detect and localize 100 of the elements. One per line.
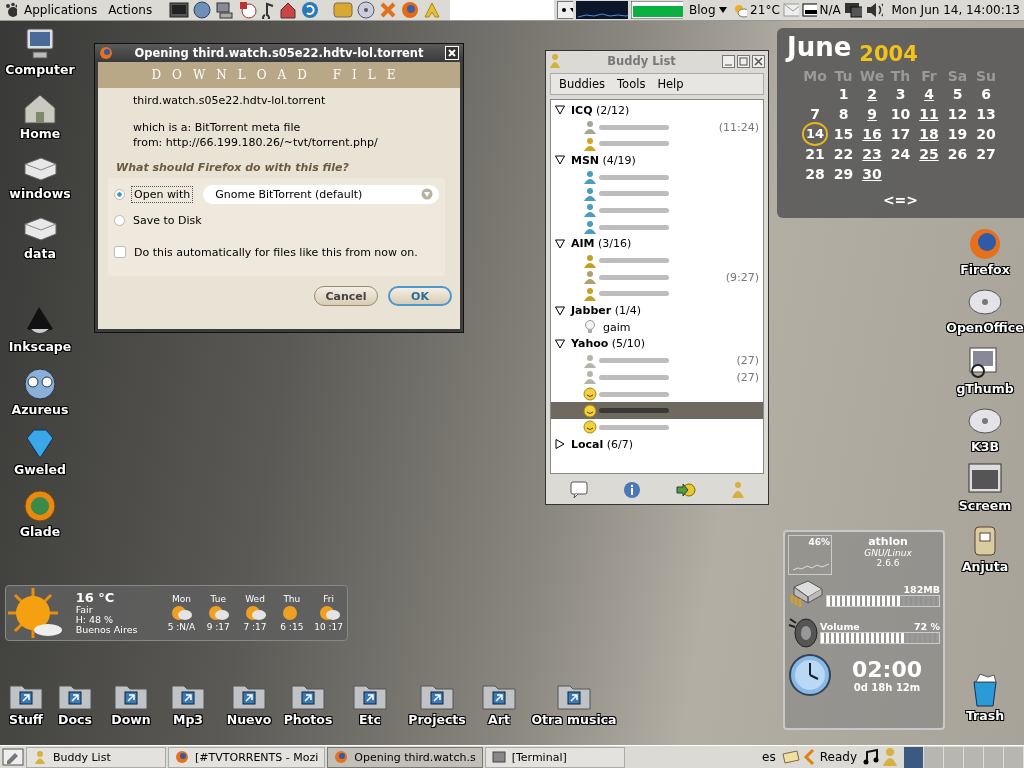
workspace-cell[interactable] xyxy=(1004,746,1024,768)
group-name[interactable]: Yahoo (5/10) xyxy=(571,337,646,351)
icon-label[interactable]: data xyxy=(24,246,56,261)
menu-item[interactable]: Tools xyxy=(617,77,646,91)
calendar-day[interactable]: 22 xyxy=(829,145,858,164)
show-desktop-icon[interactable] xyxy=(2,748,24,766)
workspace-cell[interactable] xyxy=(984,746,1004,768)
app-dropdown[interactable]: Gnome BitTorrent (default) xyxy=(203,184,439,204)
workspace-cell[interactable] xyxy=(964,746,984,768)
icon-label[interactable]: Stuff xyxy=(9,712,43,727)
calendar-day[interactable]: 20 xyxy=(971,125,1001,144)
group-name[interactable]: ICQ (2/12) xyxy=(571,103,630,117)
group-name[interactable]: Jabber (1/4) xyxy=(571,304,641,318)
calendar-day[interactable]: 11 xyxy=(914,105,944,124)
radio-button[interactable] xyxy=(114,214,125,226)
calendar-day[interactable]: 13 xyxy=(971,105,1001,124)
menu-item[interactable]: Buddies xyxy=(559,77,606,91)
disc-icon[interactable] xyxy=(357,1,376,19)
calendar-day[interactable]: 25 xyxy=(914,145,944,164)
calendar-day[interactable]: 28 xyxy=(800,165,830,184)
calendar-day[interactable]: 16 xyxy=(857,125,887,144)
icon-label[interactable]: Computer xyxy=(5,62,75,77)
calendar-day[interactable]: 15 xyxy=(829,125,858,144)
buddy-row[interactable]: (27) xyxy=(551,352,763,369)
clock-label[interactable]: Mon Jun 14, 14:00:13 xyxy=(891,3,1020,17)
workspace-cell[interactable] xyxy=(924,746,944,768)
ok-button[interactable]: OK xyxy=(388,286,452,306)
calendar-day[interactable]: 18 xyxy=(914,125,944,144)
calendar-day[interactable]: 12 xyxy=(943,105,972,124)
icon-label[interactable]: Home xyxy=(19,126,61,141)
minimize-button[interactable] xyxy=(722,54,735,68)
calendar-day[interactable]: 24 xyxy=(886,145,915,164)
calendar-day[interactable]: 30 xyxy=(857,165,887,184)
collapsed-triangle-icon[interactable] xyxy=(555,439,565,450)
expanded-triangle-icon[interactable] xyxy=(555,305,565,316)
icon-label[interactable]: Projects xyxy=(408,712,466,727)
icon-label[interactable]: Gweled xyxy=(14,462,66,477)
calendar-day[interactable]: 10 xyxy=(886,105,915,124)
cancel-button[interactable]: Cancel xyxy=(314,286,378,306)
foot-icon[interactable] xyxy=(4,2,17,18)
expanded-triangle-icon[interactable] xyxy=(555,238,565,249)
icon-label[interactable]: Otra musica xyxy=(531,712,617,727)
calendar-day[interactable]: 2 xyxy=(857,85,887,104)
icon-label[interactable]: Glade xyxy=(19,524,61,539)
task-button[interactable]: [#TVTORRENTS - Mozi xyxy=(168,746,326,768)
panel-menu[interactable]: Applications xyxy=(20,3,102,17)
calendar-day[interactable]: 23 xyxy=(857,145,887,164)
icon-label[interactable]: Down xyxy=(111,712,151,727)
calendar-day[interactable]: 6 xyxy=(971,85,1001,104)
buddy-row[interactable] xyxy=(551,402,763,420)
workspace-cell[interactable] xyxy=(944,746,964,768)
buddy-row[interactable]: gaim xyxy=(551,318,763,336)
calendar-day[interactable]: 4 xyxy=(914,85,944,104)
option-label[interactable]: Open with xyxy=(131,185,194,203)
refresh-icon[interactable] xyxy=(301,1,320,19)
group-name[interactable]: MSN (4/19) xyxy=(571,153,636,167)
calendar-day[interactable]: 9 xyxy=(857,105,887,124)
info-icon[interactable] xyxy=(622,481,641,499)
radio-button[interactable] xyxy=(114,188,125,200)
calendar-day[interactable]: 27 xyxy=(971,145,1001,164)
icon-label[interactable]: Art xyxy=(488,712,510,727)
icon-label[interactable]: Etc xyxy=(359,712,381,727)
checkbox[interactable] xyxy=(114,246,126,258)
music-note-icon[interactable] xyxy=(862,748,880,766)
expanded-triangle-icon[interactable] xyxy=(555,338,565,349)
option-label[interactable]: Save to Disk xyxy=(131,212,204,228)
icon-label[interactable]: Azureus xyxy=(11,402,69,417)
calendar-day[interactable]: 21 xyxy=(800,145,830,164)
task-button[interactable]: [Terminal] xyxy=(484,746,625,768)
icon-label[interactable]: Inkscape xyxy=(8,339,72,354)
arrow-circle-icon[interactable] xyxy=(675,481,696,499)
house-icon[interactable] xyxy=(279,1,298,19)
icon-label[interactable]: Photos xyxy=(283,712,333,727)
calendar-day[interactable]: 3 xyxy=(886,85,915,104)
icon-label[interactable]: windows xyxy=(9,186,71,201)
buddy-row[interactable]: (27) xyxy=(551,369,763,386)
panel-menu[interactable]: Actions xyxy=(104,3,157,17)
checkbox-label[interactable]: Do this automatically for files like this from now on. xyxy=(132,244,420,260)
menu-item[interactable]: Help xyxy=(657,77,684,91)
dropdown-icon[interactable] xyxy=(556,1,574,19)
volume-icon[interactable] xyxy=(864,2,883,18)
task-button[interactable]: Buddy List xyxy=(26,746,166,768)
message-icon[interactable] xyxy=(569,481,588,499)
note-icon[interactable] xyxy=(261,1,276,19)
group-name[interactable]: Local (6/7) xyxy=(571,437,634,451)
chat-icon[interactable] xyxy=(333,1,354,19)
computer-icon[interactable] xyxy=(215,1,236,19)
month-nav[interactable]: <=> xyxy=(882,192,919,208)
icon-label[interactable]: Docs xyxy=(58,712,92,727)
calendar-day[interactable]: 29 xyxy=(829,165,858,184)
envelope-icon[interactable] xyxy=(780,749,801,765)
calendar-day[interactable]: 14 xyxy=(801,122,829,146)
calendar-day[interactable]: 7 xyxy=(800,105,830,124)
expanded-triangle-icon[interactable] xyxy=(555,155,565,166)
keyboard-layout[interactable]: es xyxy=(762,750,776,764)
maximize-button[interactable] xyxy=(737,54,750,68)
calendar-day[interactable]: 19 xyxy=(943,125,972,144)
calendar-day[interactable]: 8 xyxy=(829,105,858,124)
calendar-day[interactable]: 17 xyxy=(886,125,915,144)
clock-icon[interactable] xyxy=(239,1,258,19)
